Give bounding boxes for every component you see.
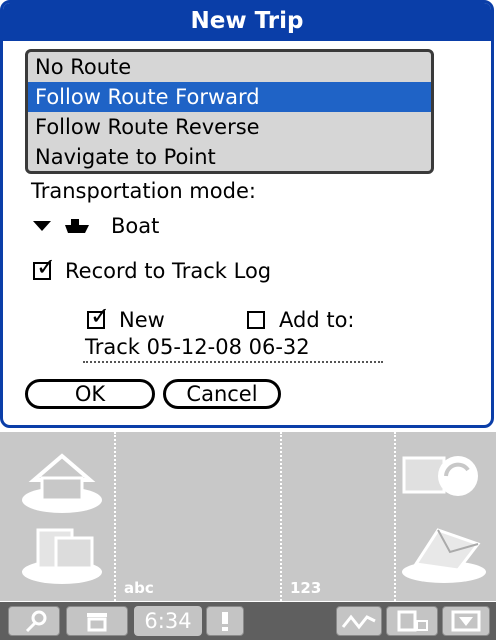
checkmark-icon: ✓: [90, 302, 111, 330]
ok-button[interactable]: OK: [25, 379, 155, 409]
menu-icon: [87, 613, 107, 632]
alert-button[interactable]: [206, 606, 244, 636]
dialog-title: New Trip: [3, 3, 491, 41]
signal-button[interactable]: [336, 606, 382, 636]
route-option-list[interactable]: No Route Follow Route Forward Follow Rou…: [25, 49, 434, 174]
signal-icon: [341, 614, 376, 630]
input-toggle-icon: [451, 610, 481, 632]
dropdown-arrow-icon[interactable]: [33, 221, 51, 231]
new-track-label: New: [119, 308, 165, 332]
mail-icon[interactable]: [398, 524, 490, 584]
add-to-track-checkbox[interactable]: [247, 311, 265, 329]
menu-button[interactable]: [66, 606, 128, 636]
record-track-log-checkbox[interactable]: ✓: [33, 255, 56, 280]
new-trip-dialog: New Trip No Route Follow Route Forward F…: [0, 0, 494, 428]
clock-display[interactable]: 6:34: [134, 606, 202, 636]
sync-icon[interactable]: [398, 450, 490, 512]
status-bar: 6:34: [0, 602, 496, 640]
route-option-follow-forward[interactable]: Follow Route Forward: [28, 82, 431, 112]
track-name-field[interactable]: Track 05-12-08 06-32: [83, 335, 383, 363]
find-button[interactable]: [8, 606, 60, 636]
alert-icon: [222, 612, 228, 631]
record-track-log-label: Record to Track Log: [65, 259, 272, 283]
abc-label: abc: [124, 579, 154, 597]
route-option-navigate-to-point[interactable]: Navigate to Point: [28, 142, 431, 171]
boat-icon: [65, 219, 89, 233]
add-to-track-row[interactable]: Add to:: [247, 308, 355, 332]
divider: [280, 432, 282, 601]
graffiti-area[interactable]: abc 123: [0, 432, 496, 601]
home-icon[interactable]: [20, 450, 104, 514]
transportation-mode-label: Transportation mode:: [31, 179, 256, 203]
divider: [394, 432, 396, 601]
find-icon: [25, 610, 47, 633]
transportation-mode-value: Boat: [111, 214, 160, 238]
numeric-label: 123: [290, 579, 322, 597]
add-to-track-label: Add to:: [279, 308, 355, 332]
route-option-no-route[interactable]: No Route: [28, 52, 431, 82]
cancel-button[interactable]: Cancel: [163, 379, 281, 409]
divider: [114, 432, 116, 601]
new-track-row[interactable]: ✓ New: [87, 304, 165, 332]
transportation-mode-picker[interactable]: Boat: [33, 212, 159, 240]
input-area-toggle-button[interactable]: [442, 606, 490, 636]
checkmark-icon: ✓: [36, 253, 57, 281]
screen-rotate-icon: [397, 610, 428, 632]
new-track-checkbox[interactable]: ✓: [87, 304, 110, 329]
applications-icon[interactable]: [20, 524, 104, 584]
record-track-log-row[interactable]: ✓ Record to Track Log: [33, 255, 272, 283]
route-option-follow-reverse[interactable]: Follow Route Reverse: [28, 112, 431, 142]
rotate-button[interactable]: [386, 606, 438, 636]
